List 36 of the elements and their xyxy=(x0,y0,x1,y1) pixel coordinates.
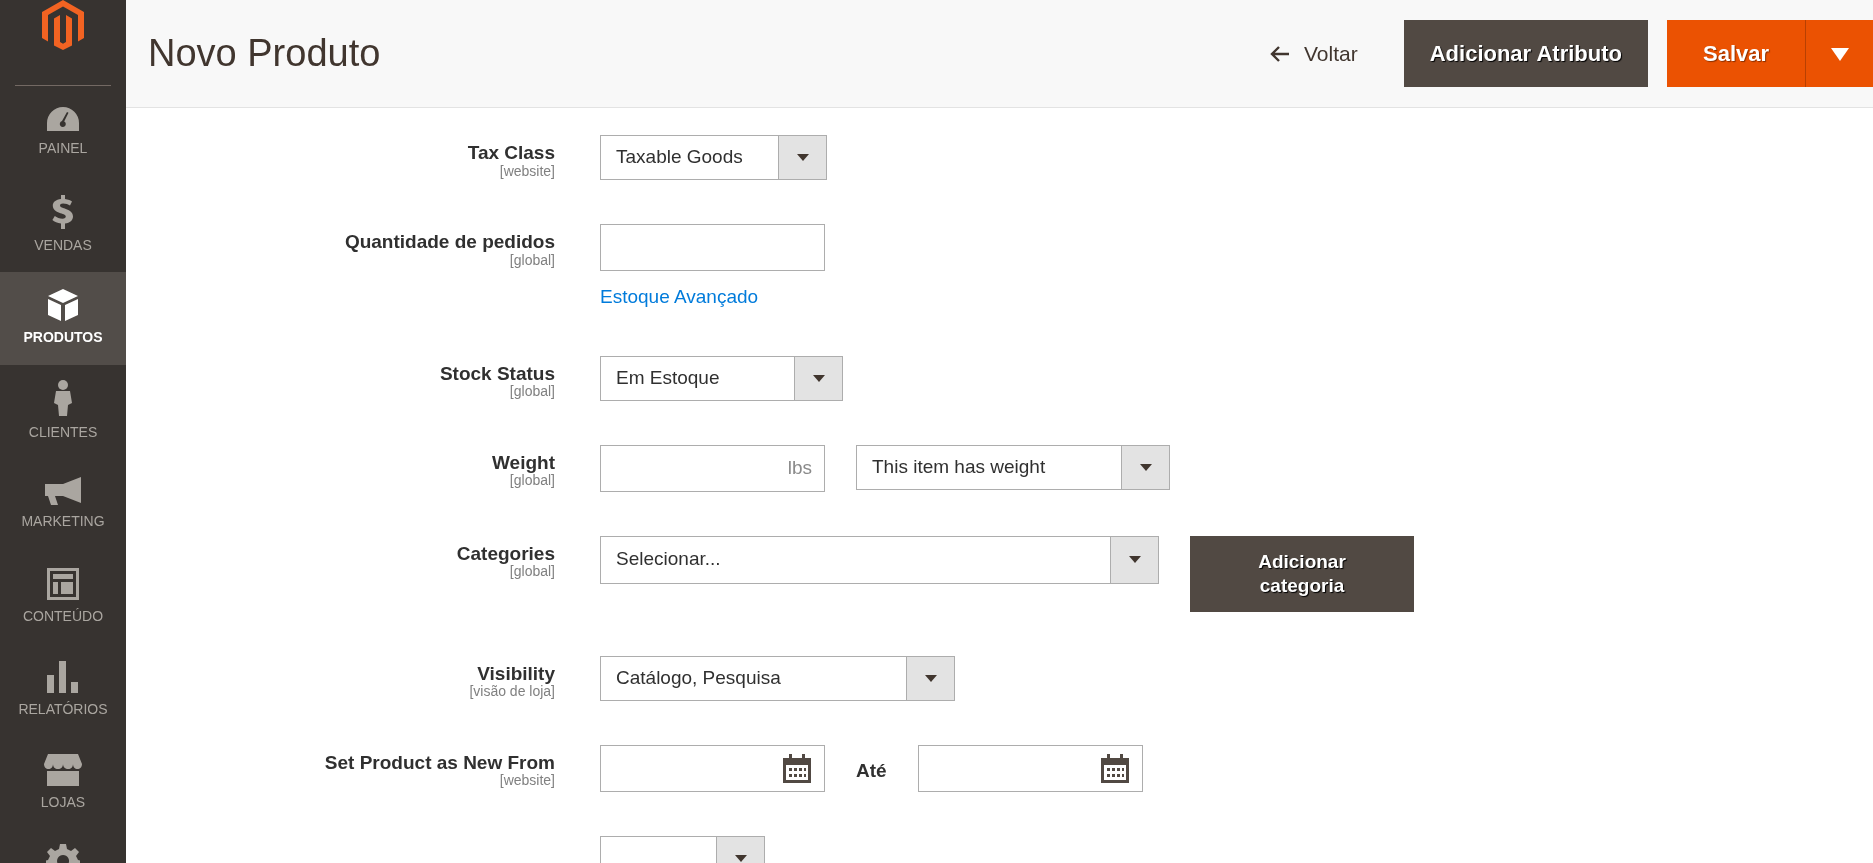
scope-label: [global] xyxy=(509,473,555,489)
sidebar-item[interactable]: CONTEÚDO xyxy=(0,551,126,644)
sidebar-item[interactable]: PAINEL xyxy=(0,86,126,179)
scope-label: [global] xyxy=(508,384,555,400)
page-title: Novo Produto xyxy=(148,30,382,76)
field-label: Stock Status xyxy=(438,363,555,385)
sidebar-item[interactable]: VENDAS xyxy=(0,179,126,272)
sidebar-item[interactable]: LOJAS xyxy=(0,737,126,830)
dropdown-field[interactable]: This item has weight xyxy=(856,444,1170,490)
field-label: Quantidade de pedidos xyxy=(343,232,555,253)
sidebar-item[interactable]: PRODUTOS xyxy=(0,272,126,365)
field-label: Categories xyxy=(455,543,555,565)
scope-label: [global] xyxy=(509,252,555,269)
scope-label: [website] xyxy=(498,773,555,789)
dropdown-field[interactable]: Catálogo, Pesquisa xyxy=(600,655,955,701)
sidebar-item[interactable]: CLIENTES xyxy=(0,365,126,458)
dropdown-field[interactable]: Em Estoque xyxy=(600,355,843,401)
field-label: Tax Class xyxy=(466,143,555,164)
scope-label: [visão de loja] xyxy=(468,684,555,700)
add-category-button[interactable]: Adicionar categoria xyxy=(1190,535,1414,612)
add-attribute-button[interactable]: Adicionar Atributo xyxy=(1403,20,1648,87)
scope-label: [website] xyxy=(498,163,555,180)
sidebar-item[interactable]: RELATÓRIOS xyxy=(0,644,126,737)
field-label: Visibility xyxy=(476,663,555,685)
field-label: Até xyxy=(856,758,887,783)
save-button[interactable]: Salvar xyxy=(1667,20,1805,87)
unit-label: lbs xyxy=(787,455,812,480)
sidebar-item[interactable]: MARKETING xyxy=(0,458,126,551)
dropdown-field[interactable]: Taxable Goods xyxy=(600,135,827,180)
back-link[interactable]: Voltar xyxy=(1270,37,1358,70)
advanced-inventory-link[interactable]: Estoque Avançado xyxy=(600,283,759,312)
scope-label: [global] xyxy=(509,564,555,580)
field-label: Weight xyxy=(491,452,555,474)
field-label: Set Product as New From xyxy=(323,752,555,774)
dropdown-field[interactable]: Selecionar... xyxy=(600,535,1159,584)
text-field[interactable]: lbs xyxy=(600,444,825,492)
